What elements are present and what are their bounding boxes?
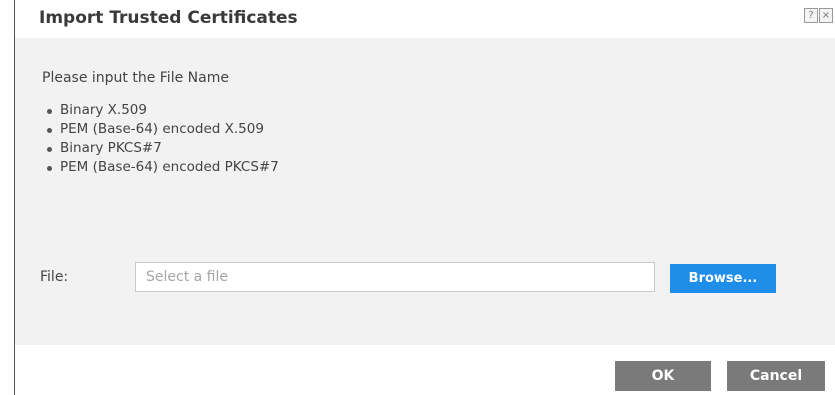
dialog-title-bar: Import Trusted Certificates ? × bbox=[15, 0, 835, 38]
dialog-content: Please input the File Name Binary X.509 … bbox=[15, 38, 835, 345]
format-item-pem-pkcs7: PEM (Base-64) encoded PKCS#7 bbox=[45, 158, 279, 177]
cancel-button[interactable]: Cancel bbox=[727, 361, 825, 391]
dialog-title: Import Trusted Certificates bbox=[39, 8, 298, 28]
import-trusted-certificates-dialog: Import Trusted Certificates ? × Please i… bbox=[0, 0, 835, 395]
browse-button[interactable]: Browse... bbox=[670, 264, 776, 293]
format-item-binary-pkcs7: Binary PKCS#7 bbox=[45, 139, 279, 158]
instruction-text: Please input the File Name bbox=[42, 70, 229, 86]
format-item-binary-x509: Binary X.509 bbox=[45, 101, 279, 120]
file-label: File: bbox=[40, 269, 69, 285]
supported-formats-list: Binary X.509 PEM (Base-64) encoded X.509… bbox=[45, 101, 279, 177]
file-input[interactable] bbox=[135, 262, 655, 292]
title-bar-controls: ? × bbox=[804, 8, 833, 24]
ok-button[interactable]: OK bbox=[615, 361, 711, 391]
question-icon[interactable]: ? bbox=[804, 8, 818, 23]
format-item-pem-x509: PEM (Base-64) encoded X.509 bbox=[45, 120, 279, 139]
close-icon[interactable]: × bbox=[819, 8, 833, 23]
dialog-footer: OK Cancel bbox=[15, 345, 835, 395]
